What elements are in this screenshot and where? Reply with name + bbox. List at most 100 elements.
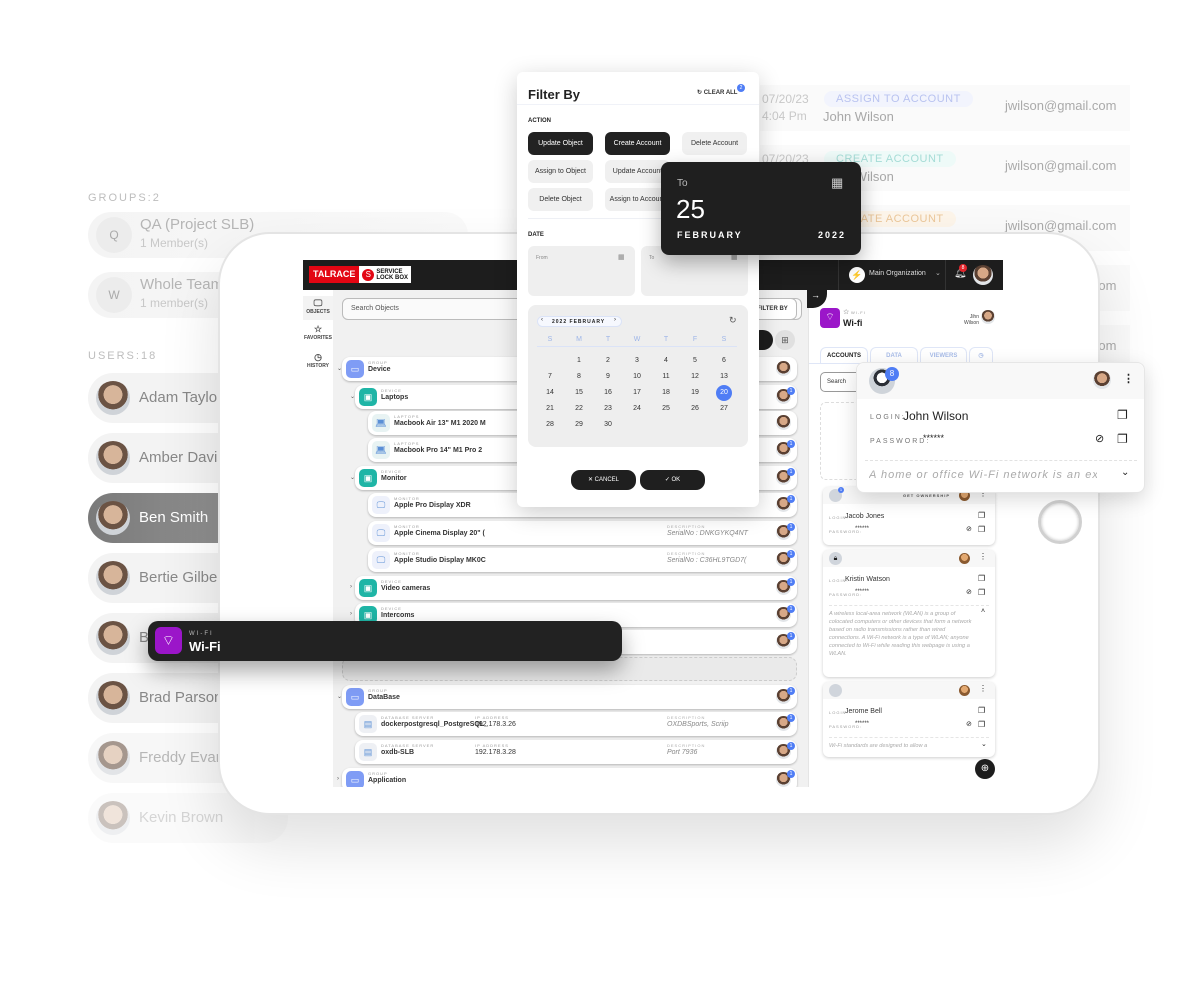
expand-chevron-icon[interactable]: ›: [350, 611, 352, 617]
account-card[interactable]: ⋮ LOGIN: Jerome Bell PASSWORD: ****** ❐ ⊘ ❐ Wi-F…: [823, 682, 995, 757]
share-count-badge: 1: [787, 387, 795, 395]
object-row[interactable]: ▤ DATABASE SERVER oxdb-SLB IP ADDRESS 192.17…: [355, 740, 797, 764]
object-name: Apple Studio Display MK0C: [394, 557, 486, 564]
eye-off-icon[interactable]: ⊘: [966, 720, 972, 728]
tab-viewers[interactable]: VIEWERS: [920, 347, 967, 363]
calendar-day[interactable]: 22: [569, 401, 589, 417]
add-account-button[interactable]: ⊕: [975, 759, 995, 779]
object-row[interactable]: › ▣ DEVICE Video cameras 1: [350, 576, 797, 600]
wifi-object-toast[interactable]: ⌔ WI-FI Wi-Fi: [148, 621, 622, 661]
account-card[interactable]: 1 GET OWNERSHIP ⋮ LOGIN: Jacob Jones PASSWORD…: [823, 487, 995, 545]
object-row[interactable]: 🖵︎ MONITOR Apple Studio Display MK0C DESCRI…: [368, 548, 797, 572]
eye-off-icon[interactable]: ⊘: [1095, 432, 1104, 445]
next-month-button[interactable]: ›: [614, 317, 616, 323]
get-ownership-button[interactable]: GET OWNERSHIP: [903, 493, 950, 498]
more-menu-icon[interactable]: ⋮: [979, 552, 987, 561]
chevron-up-icon[interactable]: ˄: [981, 608, 985, 615]
calendar-icon[interactable]: ▦: [831, 175, 843, 191]
chevron-down-icon[interactable]: ⌄: [1121, 467, 1129, 478]
more-menu-icon[interactable]: ⋮: [1123, 372, 1134, 385]
copy-icon[interactable]: ❐: [978, 706, 985, 715]
organization-selector[interactable]: ⚡ Main Organization ⌄: [838, 260, 946, 290]
calendar-day[interactable]: 7: [540, 369, 560, 385]
tab-accounts[interactable]: ACCOUNTS: [820, 347, 868, 363]
nav-item-favorites[interactable]: ☆ FAVORITES: [303, 324, 333, 341]
calendar-day[interactable]: 10: [627, 369, 647, 385]
copy-icon[interactable]: ❐: [978, 588, 985, 597]
group-icon: ▭: [346, 688, 364, 706]
calendar-day[interactable]: 15: [569, 385, 589, 401]
tab-data[interactable]: DATA: [870, 347, 918, 363]
calendar-day[interactable]: 18: [656, 385, 676, 401]
from-date-field[interactable]: From ▦: [528, 246, 635, 296]
expand-chevron-icon[interactable]: ›: [350, 584, 352, 590]
calendar-day[interactable]: 24: [627, 401, 647, 417]
nav-item-objects[interactable]: 🖵︎ OBJECTS: [303, 296, 333, 320]
monitor-icon: 🖵︎: [372, 524, 390, 542]
eye-off-icon[interactable]: ⊘: [966, 525, 972, 533]
collapse-arrow-icon[interactable]: →: [807, 290, 827, 308]
eye-off-icon[interactable]: ⊘: [966, 588, 972, 596]
description-value: SerialNo : DNKGYKQ4NT: [667, 530, 748, 537]
calendar-day[interactable]: 14: [540, 385, 560, 401]
copy-icon[interactable]: ❐: [978, 525, 985, 534]
calendar-day[interactable]: 9: [598, 369, 618, 385]
account-card[interactable]: 🔒︎ ⋮ LOGIN: Kristin Watson PASSWORD: ****** ❐ ⊘…: [823, 550, 995, 677]
object-row[interactable]: 🖵︎ MONITOR Apple Cinema Display 20" (DESCR…: [368, 521, 797, 545]
grid-view-icon[interactable]: ⊞: [775, 330, 795, 350]
home-button[interactable]: [1038, 500, 1082, 544]
filter-action-delete-account[interactable]: Delete Account: [682, 132, 747, 155]
expand-chevron-icon[interactable]: ⌄: [337, 365, 342, 372]
expand-chevron-icon[interactable]: ⌄: [350, 393, 355, 400]
calendar-day[interactable]: 23: [598, 401, 618, 417]
chevron-down-icon[interactable]: ⌄: [981, 740, 987, 748]
reset-icon[interactable]: ↻: [729, 315, 737, 326]
nav-item-history[interactable]: ◷ HISTORY: [303, 352, 333, 369]
calendar-day[interactable]: 1: [569, 353, 589, 369]
calendar-day[interactable]: 27: [714, 401, 734, 417]
tab-history[interactable]: ◷: [969, 347, 993, 363]
copy-icon[interactable]: ❐: [978, 720, 985, 729]
calendar-day[interactable]: 19: [685, 385, 705, 401]
calendar-day[interactable]: 4: [656, 353, 676, 369]
calendar-day[interactable]: 13: [714, 369, 734, 385]
object-row[interactable]: › ▭ GROUP Application 1: [337, 768, 797, 787]
filter-action-assign-to-object[interactable]: Assign to Object: [528, 160, 593, 183]
user-avatar[interactable]: [973, 265, 993, 285]
expand-chevron-icon[interactable]: ⌄: [337, 693, 342, 700]
calendar-day[interactable]: 6: [714, 353, 734, 369]
cancel-button[interactable]: ✕ CANCEL: [571, 470, 636, 490]
share-count-badge: 1: [787, 495, 795, 503]
calendar-day[interactable]: 2: [598, 353, 618, 369]
clear-all-button[interactable]: ↻ CLEAR ALL: [697, 89, 737, 96]
calendar-day[interactable]: 12: [685, 369, 705, 385]
calendar-day[interactable]: 5: [685, 353, 705, 369]
calendar-day[interactable]: 20: [716, 385, 732, 401]
copy-icon[interactable]: ❐: [1117, 408, 1128, 422]
copy-icon[interactable]: ❐: [978, 511, 985, 520]
filter-action-delete-object[interactable]: Delete Object: [528, 188, 593, 211]
expand-chevron-icon[interactable]: ›: [337, 776, 339, 782]
favorite-star-icon[interactable]: ☆: [843, 308, 849, 316]
calendar-day[interactable]: 25: [656, 401, 676, 417]
filter-action-update-object[interactable]: Update Object: [528, 132, 593, 155]
prev-month-button[interactable]: ‹: [541, 317, 543, 323]
filter-action-create-account[interactable]: Create Account: [605, 132, 670, 155]
calendar-day[interactable]: 29: [569, 417, 589, 433]
calendar-day[interactable]: 16: [598, 385, 618, 401]
calendar-day[interactable]: 26: [685, 401, 705, 417]
calendar-day[interactable]: 11: [656, 369, 676, 385]
calendar-day[interactable]: 17: [627, 385, 647, 401]
calendar-day[interactable]: 30: [598, 417, 618, 433]
expand-chevron-icon[interactable]: ⌄: [350, 474, 355, 481]
calendar-day[interactable]: 28: [540, 417, 560, 433]
copy-icon[interactable]: ❐: [1117, 432, 1128, 446]
calendar-day[interactable]: 3: [627, 353, 647, 369]
calendar-day[interactable]: 21: [540, 401, 560, 417]
object-row[interactable]: ▤ DATABASE SERVER dockerpostgresql_Postgre…: [355, 712, 797, 736]
more-menu-icon[interactable]: ⋮: [979, 684, 987, 693]
calendar-day[interactable]: 8: [569, 369, 589, 385]
ok-button[interactable]: ✓ OK: [640, 470, 705, 490]
copy-icon[interactable]: ❐: [978, 574, 985, 583]
object-row[interactable]: ⌄ ▭ GROUP DataBase 1: [337, 685, 797, 709]
